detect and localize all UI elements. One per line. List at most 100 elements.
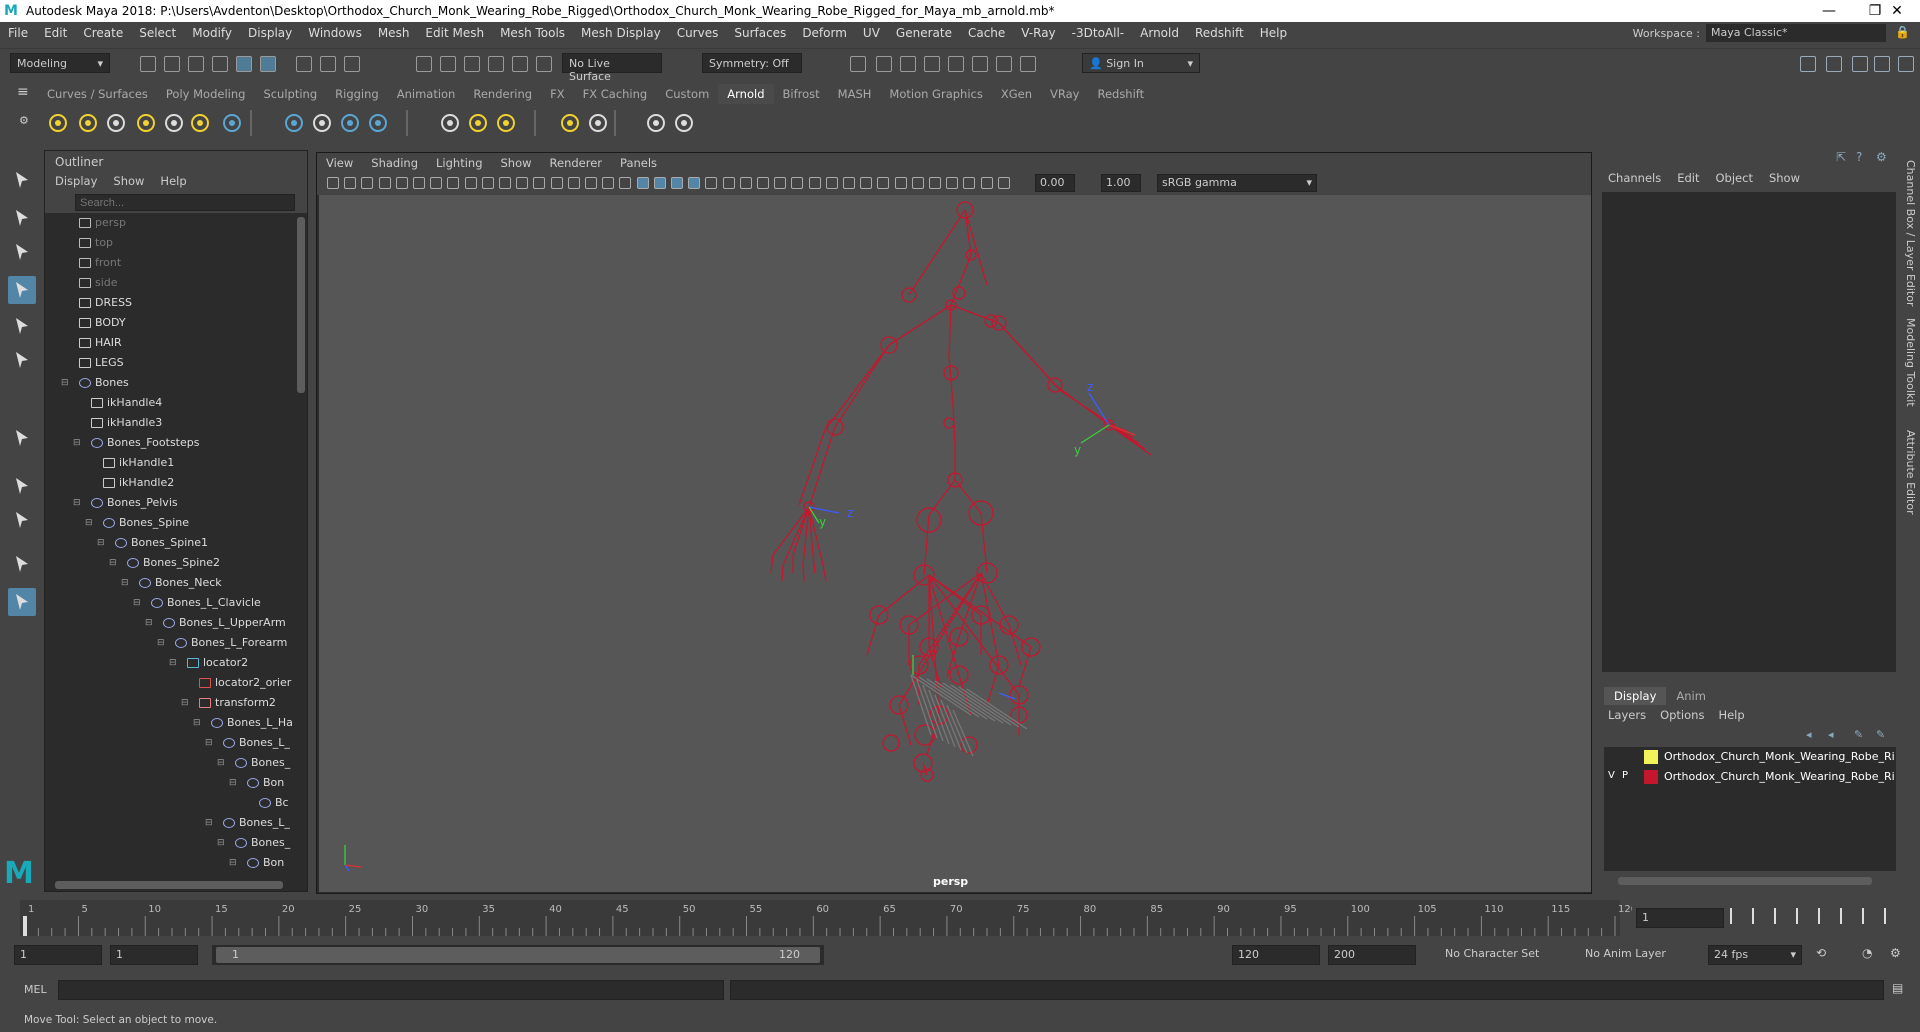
viewport-tool-icon[interactable] — [430, 177, 443, 189]
shelf-tab-rendering[interactable]: Rendering — [464, 84, 541, 104]
volume-icon[interactable] — [280, 109, 308, 137]
auto-key-icon[interactable]: ◔ — [1862, 946, 1872, 960]
redo-icon[interactable] — [236, 56, 252, 72]
outliner-item-locator2[interactable]: ⊟ locator2 — [45, 653, 295, 673]
viewport-menu-renderer[interactable]: Renderer — [541, 156, 612, 170]
outliner-item-bones[interactable]: ⊟ Bones_ — [45, 833, 295, 853]
aov-icon[interactable] — [584, 109, 612, 137]
menu-edit[interactable]: Edit — [36, 26, 75, 40]
outliner-item-bones-spine2[interactable]: ⊟ Bones_Spine2 — [45, 553, 295, 573]
preferences-icon[interactable]: ⚙ — [1890, 946, 1901, 960]
layer-row[interactable]: VP Orthodox_Church_Monk_Wearing_Robe_Rigg… — [1604, 767, 1896, 787]
step-forward-frame-icon[interactable] — [1840, 908, 1854, 924]
shelf-options[interactable]: ≡ ⚙ — [14, 84, 32, 140]
playhead[interactable] — [23, 916, 27, 936]
menu-set-dropdown[interactable]: Modeling ▾ — [10, 53, 110, 73]
snap-grid-icon[interactable] — [416, 56, 432, 72]
outliner-item-bones[interactable]: ⊟ Bones — [45, 373, 295, 393]
viewport-tool-icon[interactable] — [619, 177, 632, 189]
attribute-editor-icon[interactable] — [1852, 56, 1868, 72]
symmetry-dropdown[interactable]: Symmetry: Off — [702, 53, 802, 73]
layer-playback-toggle[interactable]: P — [1622, 770, 1632, 781]
viewport-tool-icon[interactable] — [499, 177, 511, 189]
snap-view-icon[interactable] — [488, 56, 504, 72]
tool-settings-icon[interactable] — [1874, 56, 1890, 72]
collapse-icon[interactable]: ⊟ — [229, 773, 237, 793]
shelf-tab-motion-graphics[interactable]: Motion Graphics — [880, 84, 991, 104]
collapse-icon[interactable]: ⊟ — [181, 693, 189, 713]
layer-hscrollbar[interactable] — [1618, 877, 1872, 885]
last-tool-icon[interactable] — [8, 472, 36, 500]
bake-icon[interactable] — [492, 109, 520, 137]
outliner-menu-display[interactable]: Display — [55, 174, 97, 188]
outliner-item-top[interactable]: top — [45, 233, 295, 253]
outliner-item-side[interactable]: side — [45, 273, 295, 293]
viewport-tool-icon[interactable] — [636, 177, 649, 189]
viewport-menu-show[interactable]: Show — [492, 156, 541, 170]
workspace-tools-icon[interactable] — [1800, 56, 1816, 72]
viewport-tool-icon[interactable] — [997, 177, 1010, 189]
undo-icon[interactable] — [212, 56, 228, 72]
viewport-tool-icon[interactable] — [825, 177, 838, 189]
magnet-icon[interactable] — [344, 56, 360, 72]
fps-dropdown[interactable]: 24 fps ▾ — [1708, 945, 1802, 965]
command-input[interactable] — [58, 980, 724, 1000]
playback-start-field[interactable]: 1 — [110, 945, 198, 965]
outliner-vscrollbar[interactable] — [297, 217, 305, 393]
cube-icon[interactable] — [364, 109, 392, 137]
layer-visibility-toggle[interactable]: V — [1608, 770, 1618, 781]
viewport-tool-icon[interactable] — [757, 177, 769, 189]
step-forward-key-icon[interactable] — [1862, 908, 1876, 924]
menu-uv[interactable]: UV — [855, 26, 888, 40]
viewport-tool-icon[interactable] — [378, 177, 391, 189]
channel-box-icon[interactable] — [1898, 56, 1914, 72]
collapse-icon[interactable]: ⊟ — [217, 753, 225, 773]
collapse-icon[interactable]: ⊟ — [73, 493, 81, 513]
outliner-item-hair[interactable]: HAIR — [45, 333, 295, 353]
menu-create[interactable]: Create — [75, 26, 131, 40]
ipr-icon[interactable] — [670, 109, 698, 137]
viewport-tool-icon[interactable] — [929, 177, 941, 189]
viewport-tool-icon[interactable] — [980, 177, 993, 189]
modeling-toolkit-icon[interactable] — [1826, 56, 1842, 72]
current-frame-field[interactable]: 1 — [1636, 908, 1724, 928]
colorspace-dropdown[interactable]: sRGB gamma ▾ — [1157, 174, 1317, 192]
hypershade-icon[interactable] — [948, 56, 964, 72]
outliner-item-bones-l-clavicle[interactable]: ⊟ Bones_L_Clavicle — [45, 593, 295, 613]
menu-edit-mesh[interactable]: Edit Mesh — [417, 26, 492, 40]
viewport-tool-icon[interactable] — [739, 177, 752, 189]
outliner-item-ikhandle1[interactable]: ikHandle1 — [45, 453, 295, 473]
time-ruler[interactable]: 1 5 10 15 20 25 30 35 40 45 50 55 60 65 70 75 80 85 90 95 10… — [20, 898, 1632, 938]
collapse-icon[interactable]: ⊟ — [145, 613, 153, 633]
gamma-field[interactable]: 1.00 — [1101, 174, 1141, 192]
outliner-menu-help[interactable]: Help — [160, 174, 186, 188]
shelf-tab-xgen[interactable]: XGen — [992, 84, 1041, 104]
layer-color-swatch[interactable] — [1644, 750, 1658, 764]
shelf-tab-sculpting[interactable]: Sculpting — [254, 84, 326, 104]
menu-windows[interactable]: Windows — [300, 26, 370, 40]
collapse-icon[interactable]: ⊟ — [61, 373, 69, 393]
outliner-item-bones-spine[interactable]: ⊟ Bones_Spine — [45, 513, 295, 533]
range-slider-handle[interactable]: 1 120 — [216, 947, 820, 963]
outliner-item-legs[interactable]: LEGS — [45, 353, 295, 373]
channel-box-tab[interactable]: Channel Box / Layer Editor — [1904, 160, 1917, 307]
viewport-tool-icon[interactable] — [946, 177, 959, 189]
menu-v-ray[interactable]: V-Ray — [1013, 26, 1063, 40]
step-back-key-icon[interactable] — [1752, 908, 1766, 924]
render-settings-icon[interactable] — [924, 56, 940, 72]
snap-point-icon[interactable] — [464, 56, 480, 72]
channel-menu-channels[interactable]: Channels — [1608, 171, 1661, 185]
show-manipulator-icon[interactable] — [8, 424, 36, 452]
viewport-tool-icon[interactable] — [516, 177, 529, 189]
outliner-item-dress[interactable]: DRESS — [45, 293, 295, 313]
outliner-item-body[interactable]: BODY — [45, 313, 295, 333]
collapse-icon[interactable]: ⊟ — [85, 513, 93, 533]
viewport-menu-panels[interactable]: Panels — [611, 156, 666, 170]
menu-surfaces[interactable]: Surfaces — [726, 26, 794, 40]
step-back-frame-icon[interactable] — [1774, 908, 1788, 924]
menu-deform[interactable]: Deform — [794, 26, 855, 40]
collapse-icon[interactable]: ⊟ — [205, 813, 213, 833]
character-set-dropdown[interactable]: No Character Set — [1440, 945, 1558, 965]
lasso-tool-icon[interactable] — [8, 204, 36, 232]
new-layer-selected-icon[interactable]: ✎ — [1876, 728, 1885, 741]
